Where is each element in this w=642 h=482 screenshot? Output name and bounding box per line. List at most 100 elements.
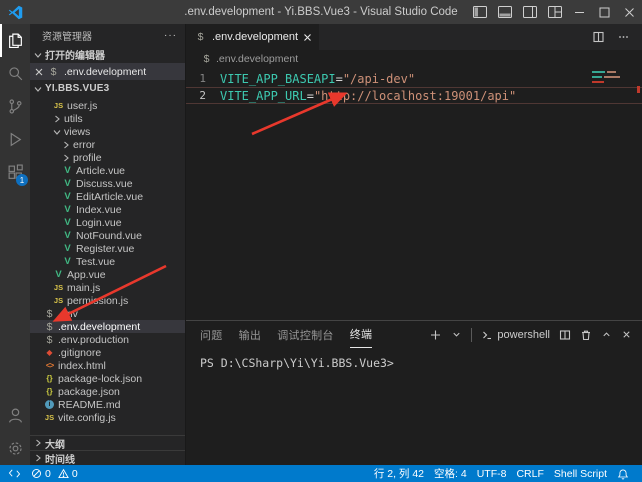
tree-item[interactable]: VRegister.vue (30, 242, 185, 255)
cursor-position[interactable]: 行 2, 列 42 (369, 465, 429, 482)
tree-item[interactable]: $.env (30, 307, 185, 320)
close-window-button[interactable] (617, 0, 642, 24)
maximize-button[interactable] (592, 0, 617, 24)
toggle-sidebar-button[interactable] (467, 0, 492, 24)
tab-label: .env.development (212, 31, 298, 43)
timeline-section-header[interactable]: 时间线 (30, 450, 185, 465)
tree-item[interactable]: ◆.gitignore (30, 346, 185, 359)
sidebar-more-actions-button[interactable]: ··· (164, 30, 177, 41)
tree-item[interactable]: VIndex.vue (30, 203, 185, 216)
outline-section-header[interactable]: 大纲 (30, 435, 185, 450)
remote-indicator[interactable] (0, 465, 26, 482)
tree-item[interactable]: VNotFound.vue (30, 229, 185, 242)
tree-item[interactable]: profile (30, 151, 185, 164)
breadcrumb[interactable]: $ .env.development (186, 50, 642, 68)
tree-item[interactable]: VApp.vue (30, 268, 185, 281)
close-editor-button[interactable] (35, 68, 43, 76)
warning-icon (58, 468, 69, 479)
tree-item-label: Test.vue (76, 256, 115, 268)
panel-tab[interactable]: 终端 (350, 321, 373, 348)
tree-item[interactable]: JSmain.js (30, 281, 185, 294)
editor-code-area[interactable]: 1VITE_APP_BASEAPI="/api-dev"2VITE_APP_UR… (186, 68, 642, 320)
customize-layout-button[interactable] (542, 0, 567, 24)
code-line[interactable]: 1VITE_APP_BASEAPI="/api-dev" (186, 70, 642, 87)
panel-tab[interactable]: 输出 (239, 321, 262, 348)
code-token: = (307, 89, 314, 103)
language-mode[interactable]: Shell Script (549, 465, 612, 482)
minimap[interactable] (592, 71, 632, 86)
notifications-button[interactable] (612, 465, 634, 482)
project-section-header[interactable]: YI.BBS.VUE3 (30, 80, 185, 97)
code-token: VITE_APP_URL (220, 89, 307, 103)
tree-item-label: Discuss.vue (76, 178, 133, 190)
explorer-activity-button[interactable] (0, 24, 30, 57)
line-number: 1 (186, 72, 220, 85)
tree-item[interactable]: JSpermission.js (30, 294, 185, 307)
eol-setting[interactable]: CRLF (511, 465, 548, 482)
chevron-right-icon (52, 114, 62, 124)
terminal-prompt-icon (481, 329, 493, 341)
terminal-profile-select[interactable]: powershell (481, 329, 550, 341)
tree-item[interactable]: VTest.vue (30, 255, 185, 268)
tab-env-development[interactable]: $ .env.development (186, 24, 320, 50)
tree-item[interactable]: $.env.development (30, 320, 185, 333)
open-editor-label: .env.development (64, 66, 146, 78)
terminal-dropdown-button[interactable] (451, 329, 462, 340)
tree-item[interactable]: VDiscuss.vue (30, 177, 185, 190)
close-panel-button[interactable] (621, 329, 632, 340)
tree-item[interactable]: JSuser.js (30, 99, 185, 112)
code-token: "http://localhost:19001/api" (314, 89, 516, 103)
tree-item-label: Article.vue (76, 165, 125, 177)
account-button[interactable] (0, 399, 30, 432)
kill-terminal-button[interactable] (580, 329, 592, 341)
tree-item[interactable]: error (30, 138, 185, 151)
open-editors-header[interactable]: 打开的编辑器 (30, 46, 185, 63)
more-actions-button[interactable] (617, 31, 630, 43)
tree-item-label: README.md (58, 399, 120, 411)
panel-tab[interactable]: 问题 (200, 321, 223, 348)
code-line[interactable]: 2VITE_APP_URL="http://localhost:19001/ap… (186, 87, 642, 104)
tree-item[interactable]: {}package.json (30, 385, 185, 398)
chevron-right-icon (61, 140, 71, 150)
line-number: 2 (186, 89, 220, 102)
encoding-setting[interactable]: UTF-8 (472, 465, 512, 482)
tree-item[interactable]: $.env.production (30, 333, 185, 346)
open-editor-item[interactable]: $ .env.development (30, 63, 185, 80)
source-control-activity-button[interactable] (0, 90, 30, 123)
maximize-panel-button[interactable] (601, 329, 612, 340)
chevron-right-icon (33, 438, 43, 448)
toggle-panel-button[interactable] (492, 0, 517, 24)
split-terminal-button[interactable] (559, 329, 571, 341)
tree-item-label: .env.development (58, 321, 140, 333)
settings-button[interactable] (0, 432, 30, 465)
search-activity-button[interactable] (0, 57, 30, 90)
new-terminal-button[interactable] (429, 329, 442, 341)
terminal-content[interactable]: PS D:\CSharp\Yi\Yi.BBS.Vue3> (186, 348, 642, 465)
tree-item-label: views (64, 126, 90, 138)
tree-item[interactable]: iREADME.md (30, 398, 185, 411)
overview-ruler-mark (637, 86, 640, 93)
minimize-button[interactable] (567, 0, 592, 24)
env-file-icon: $ (43, 334, 56, 346)
tree-item[interactable]: utils (30, 112, 185, 125)
problems-indicator[interactable]: 0 0 (26, 465, 83, 482)
code-lines: 1VITE_APP_BASEAPI="/api-dev"2VITE_APP_UR… (186, 70, 642, 104)
tree-item[interactable]: {}package-lock.json (30, 372, 185, 385)
close-tab-button[interactable] (303, 33, 312, 42)
extensions-activity-button[interactable]: 1 (0, 156, 30, 189)
tree-item[interactable]: VArticle.vue (30, 164, 185, 177)
tree-item[interactable]: VLogin.vue (30, 216, 185, 229)
toggle-secondary-sidebar-button[interactable] (517, 0, 542, 24)
split-editor-button[interactable] (592, 31, 605, 43)
panel-tab[interactable]: 调试控制台 (277, 321, 334, 348)
run-debug-activity-button[interactable] (0, 123, 30, 156)
indentation-setting[interactable]: 空格: 4 (429, 465, 472, 482)
tree-item[interactable]: VEditArticle.vue (30, 190, 185, 203)
editor-tab-bar: $ .env.development (186, 24, 642, 50)
tree-item[interactable]: JSvite.config.js (30, 411, 185, 424)
tree-item-label: utils (64, 113, 83, 125)
tree-item[interactable]: views (30, 125, 185, 138)
tree-item[interactable]: <>index.html (30, 359, 185, 372)
tree-item-label: Login.vue (76, 217, 122, 229)
file-tree: JSuser.jsutilsviewserrorprofileVArticle.… (30, 97, 185, 435)
